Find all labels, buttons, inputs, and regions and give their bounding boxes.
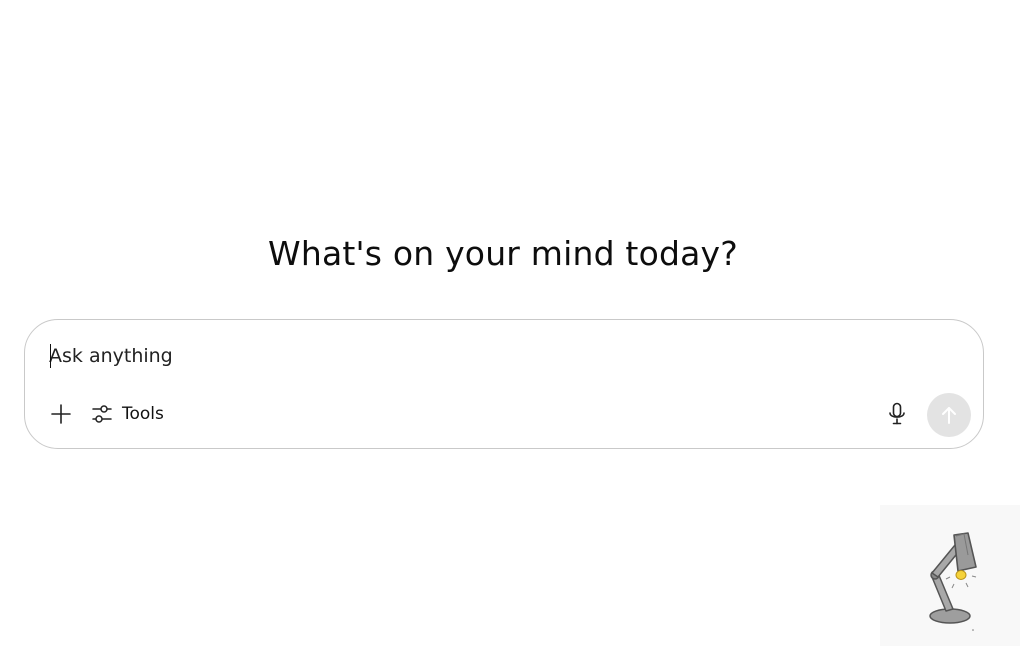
- page: What's on your mind today? Tools: [0, 0, 1020, 646]
- tools-button[interactable]: Tools: [91, 400, 164, 428]
- plus-icon: [51, 404, 71, 424]
- send-button[interactable]: [927, 393, 971, 437]
- desk-lamp-icon: [929, 532, 977, 631]
- arrow-up-icon: [942, 407, 956, 424]
- add-attachment-button[interactable]: [47, 400, 75, 428]
- tools-label: Tools: [122, 404, 164, 424]
- prompt-composer[interactable]: Tools: [24, 319, 984, 449]
- page-headline: What's on your mind today?: [268, 234, 738, 273]
- voice-input-button[interactable]: [885, 400, 909, 428]
- microphone-icon: [889, 402, 905, 425]
- sliders-icon: [92, 405, 112, 423]
- text-caret: [50, 344, 51, 368]
- prompt-input[interactable]: [49, 338, 929, 374]
- mascot-panel: [880, 505, 1020, 646]
